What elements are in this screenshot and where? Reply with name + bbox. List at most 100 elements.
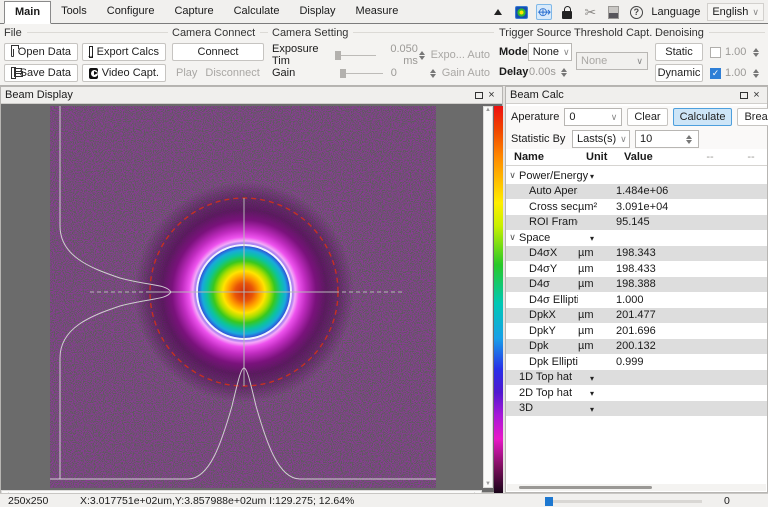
gain-value[interactable]: 0 (383, 67, 429, 79)
aperture-select[interactable]: 0∨ (564, 108, 622, 126)
gain-auto-button[interactable]: Gain Auto (438, 64, 494, 82)
col-extra1[interactable]: -- (682, 151, 738, 163)
video-capture-button[interactable]: Video Capt. (82, 64, 166, 82)
static-checkbox[interactable] (710, 47, 721, 58)
menu-tab-display[interactable]: Display (289, 1, 345, 23)
disconnect-button[interactable]: Disconnect (201, 64, 263, 82)
expander-icon[interactable]: ∨ (506, 170, 519, 181)
scroll-up-icon[interactable]: ▲ (485, 107, 491, 113)
chevron-down-icon: ∨ (636, 56, 643, 67)
col-extra2[interactable]: -- (738, 151, 764, 163)
col-value[interactable]: Value (624, 151, 682, 163)
expo-auto-button[interactable]: Expo... Auto (427, 46, 494, 64)
zoom-slider[interactable] (545, 498, 702, 505)
calc-item-row[interactable]: D4σ Ellipti...1.000 (506, 292, 767, 308)
group-name: 2D Top hat (519, 387, 572, 399)
beam-image[interactable] (50, 106, 436, 488)
help-icon[interactable]: ? (628, 4, 644, 20)
calc-item-row[interactable]: Dpkµm200.132 (506, 339, 767, 355)
calc-group-row[interactable]: ∨Power/Energy▾ (506, 168, 767, 184)
dynamic-checkbox[interactable]: ✓ (710, 68, 721, 79)
gain-spinner[interactable] (428, 65, 437, 81)
col-unit[interactable]: Unit (586, 151, 624, 163)
zoom-value: 0 (724, 495, 730, 507)
item-name: D4σX (506, 247, 578, 259)
connect-button[interactable]: Connect (172, 43, 264, 61)
calc-item-row[interactable]: Dpk Elliptic...0.999 (506, 354, 767, 370)
dynamic-button[interactable]: Dynamic (655, 64, 703, 82)
dynamic-spinner[interactable] (751, 65, 761, 81)
delay-spinner[interactable] (559, 64, 569, 80)
vertical-scrollbar[interactable]: ▲▼ (483, 106, 493, 488)
play-button[interactable]: Play (172, 64, 201, 82)
col-name[interactable]: Name (514, 151, 586, 163)
trigger-mode-select[interactable]: None∨ (528, 43, 572, 61)
scroll-down-icon[interactable]: ▼ (485, 481, 491, 487)
exposure-spinner[interactable] (418, 47, 427, 63)
scissors-icon[interactable]: ✂ (582, 4, 598, 20)
collapse-toolbar-icon[interactable] (490, 4, 506, 20)
group-dropdown-icon[interactable]: ▾ (590, 234, 594, 243)
group-dropdown-icon[interactable]: ▾ (590, 389, 594, 398)
gain-slider[interactable] (340, 68, 383, 78)
calc-group-row[interactable]: 2D Top hat ▾ (506, 385, 767, 401)
calc-horizontal-scrollbar[interactable] (507, 484, 766, 491)
calc-item-row[interactable]: D4σXµm198.343 (506, 246, 767, 262)
lock-icon[interactable] (559, 4, 575, 20)
document-icon[interactable] (605, 4, 621, 20)
expander-icon[interactable]: ∨ (506, 232, 519, 243)
statistic-select[interactable]: Lasts(s)∨ (572, 130, 630, 148)
exposure-slider[interactable] (335, 50, 375, 60)
count-spinner[interactable] (684, 131, 694, 147)
close-panel-icon[interactable]: × (485, 89, 498, 101)
export-calcs-button[interactable]: Export Calcs (82, 43, 166, 61)
calc-item-row[interactable]: Cross secti...µm²3.091e+04 (506, 199, 767, 215)
menu-tab-calculate[interactable]: Calculate (224, 1, 290, 23)
menu-tab-main[interactable]: Main (4, 1, 51, 24)
beam-profile-icon[interactable] (513, 4, 529, 20)
chevron-down-icon: ∨ (752, 7, 759, 18)
static-button[interactable]: Static (655, 43, 703, 61)
item-value: 1.000 (616, 294, 674, 306)
calc-group-row[interactable]: 1D Top hat▾ (506, 370, 767, 386)
breakpoint-button[interactable]: Breakpoint (737, 108, 768, 126)
item-value: 3.091e+04 (616, 201, 674, 213)
item-value: 201.477 (616, 309, 674, 321)
menu-tab-configure[interactable]: Configure (97, 1, 165, 23)
menu-tab-capture[interactable]: Capture (164, 1, 223, 23)
close-panel-icon[interactable]: × (750, 89, 763, 101)
calculate-button[interactable]: Calculate (673, 108, 733, 126)
item-name: DpkY (506, 325, 578, 337)
restore-window-icon[interactable] (472, 89, 485, 101)
dynamic-value[interactable]: 1.00 (725, 67, 751, 79)
clear-button[interactable]: Clear (627, 108, 667, 126)
calc-item-row[interactable]: Auto Apera...1.484e+06 (506, 184, 767, 200)
delay-value[interactable]: 0.00s (529, 66, 559, 78)
statistic-count-input[interactable]: 10 (635, 130, 699, 148)
calc-item-row[interactable]: D4σYµm198.433 (506, 261, 767, 277)
group-dropdown-icon[interactable]: ▾ (590, 405, 594, 414)
open-data-button[interactable]: Open Data (4, 43, 78, 61)
calc-group-row[interactable]: 3D▾ (506, 401, 767, 417)
restore-window-icon[interactable] (737, 89, 750, 101)
threshold-select[interactable]: None∨ (576, 52, 648, 70)
calc-item-row[interactable]: DpkYµm201.696 (506, 323, 767, 339)
calc-item-row[interactable]: DpkXµm201.477 (506, 308, 767, 324)
calc-item-row[interactable]: ROI Frame95.145 (506, 215, 767, 231)
file-section-label: File (4, 26, 168, 39)
x-profile-curve (50, 368, 436, 479)
item-unit: µm (578, 340, 616, 352)
pin-icon[interactable]: ⟴ (536, 4, 552, 20)
group-dropdown-icon[interactable]: ▾ (590, 172, 594, 181)
menu-tab-measure[interactable]: Measure (346, 1, 409, 23)
static-value[interactable]: 1.00 (725, 46, 751, 58)
static-spinner[interactable] (751, 44, 761, 60)
calc-item-row[interactable]: D4σµm198.388 (506, 277, 767, 293)
group-dropdown-icon[interactable]: ▾ (590, 374, 594, 383)
language-select[interactable]: English ∨ (707, 3, 764, 21)
menu-tab-tools[interactable]: Tools (51, 1, 97, 23)
calc-group-row[interactable]: ∨Space▾ (506, 230, 767, 246)
item-value: 201.696 (616, 325, 674, 337)
table-header[interactable]: Name Unit Value -- -- (506, 149, 767, 166)
save-data-button[interactable]: Save Data (4, 64, 78, 82)
